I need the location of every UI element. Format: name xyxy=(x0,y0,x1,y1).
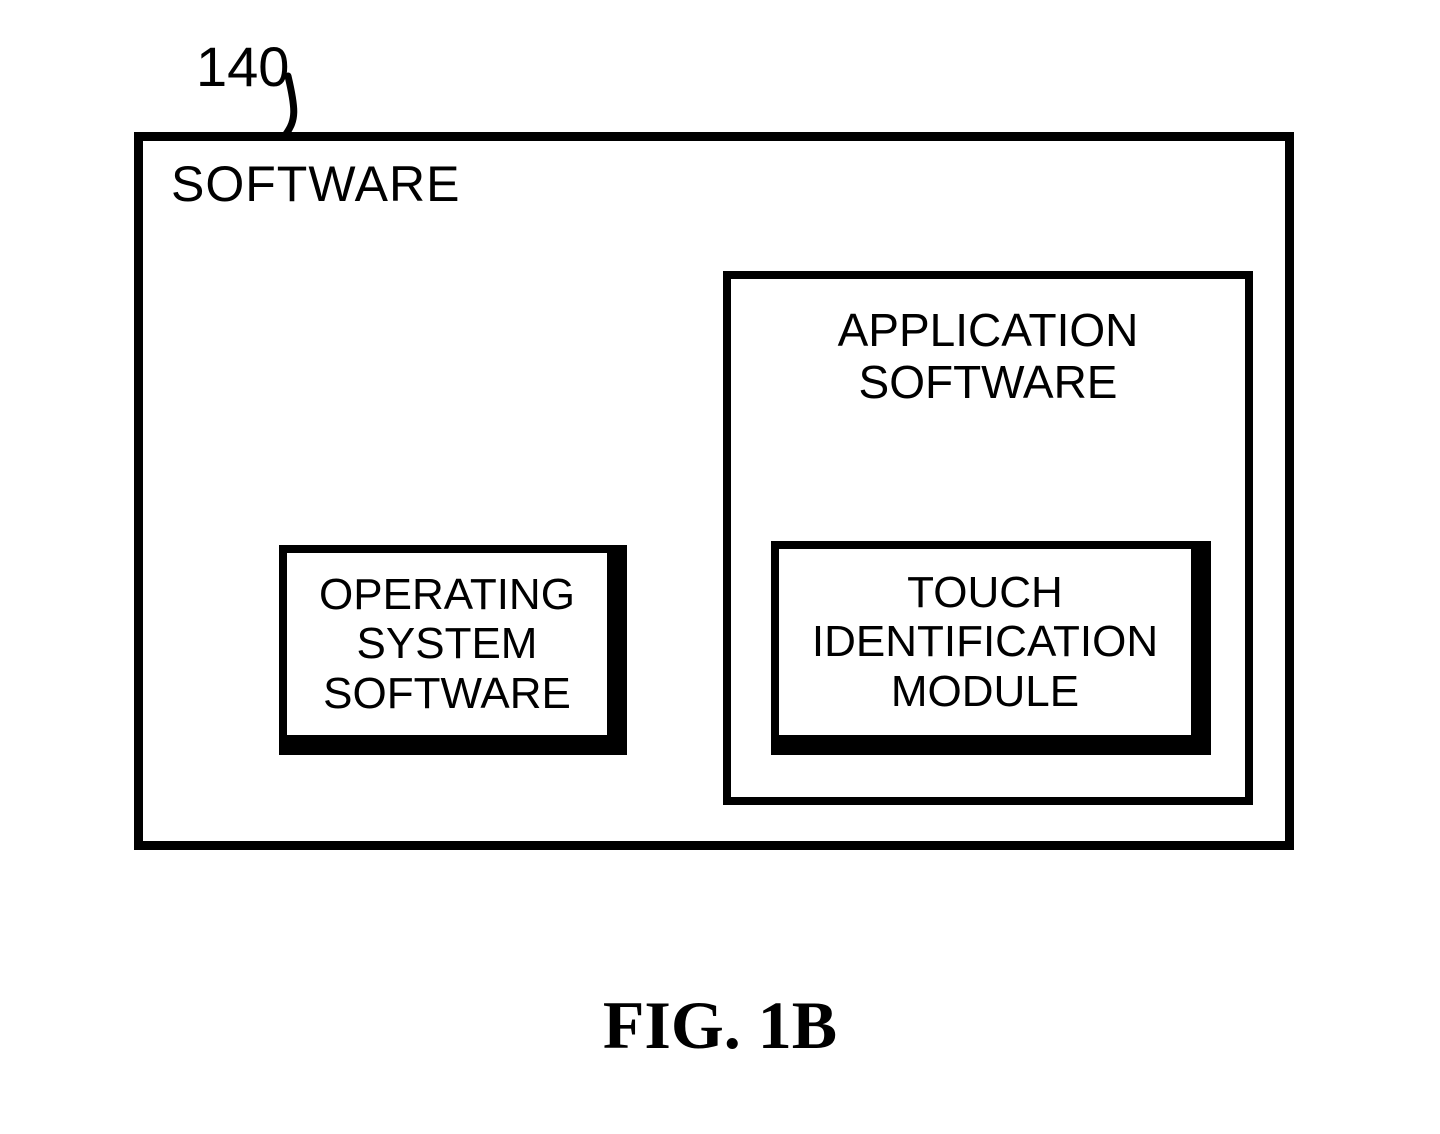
software-box-title: SOFTWARE xyxy=(171,155,460,213)
os-line-3: SOFTWARE xyxy=(323,669,571,718)
application-software-title: APPLICATION SOFTWARE xyxy=(731,305,1245,408)
os-line-1: OPERATING xyxy=(319,570,575,619)
software-box: SOFTWARE OPERATING SYSTEM SOFTWARE APPLI… xyxy=(134,132,1294,850)
figure-caption: FIG. 1B xyxy=(0,986,1440,1065)
diagram-canvas: 140 190 191 192 SOFTWARE OPERATING SYSTE… xyxy=(0,0,1440,1134)
operating-system-box-inner: OPERATING SYSTEM SOFTWARE xyxy=(279,545,615,743)
ref-label-140: 140 xyxy=(196,34,289,99)
touch-identification-box: TOUCH IDENTIFICATION MODULE xyxy=(771,541,1211,755)
application-software-box: APPLICATION SOFTWARE TOUCH IDENTIFICATIO… xyxy=(723,271,1253,805)
app-line-2: SOFTWARE xyxy=(859,356,1118,408)
os-line-2: SYSTEM xyxy=(357,619,538,668)
touch-line-1: TOUCH xyxy=(907,568,1063,617)
touch-line-2: IDENTIFICATION xyxy=(812,617,1158,666)
operating-system-box: OPERATING SYSTEM SOFTWARE xyxy=(279,545,627,755)
app-line-1: APPLICATION xyxy=(838,304,1139,356)
touch-line-3: MODULE xyxy=(891,667,1079,716)
touch-identification-box-inner: TOUCH IDENTIFICATION MODULE xyxy=(771,541,1199,743)
